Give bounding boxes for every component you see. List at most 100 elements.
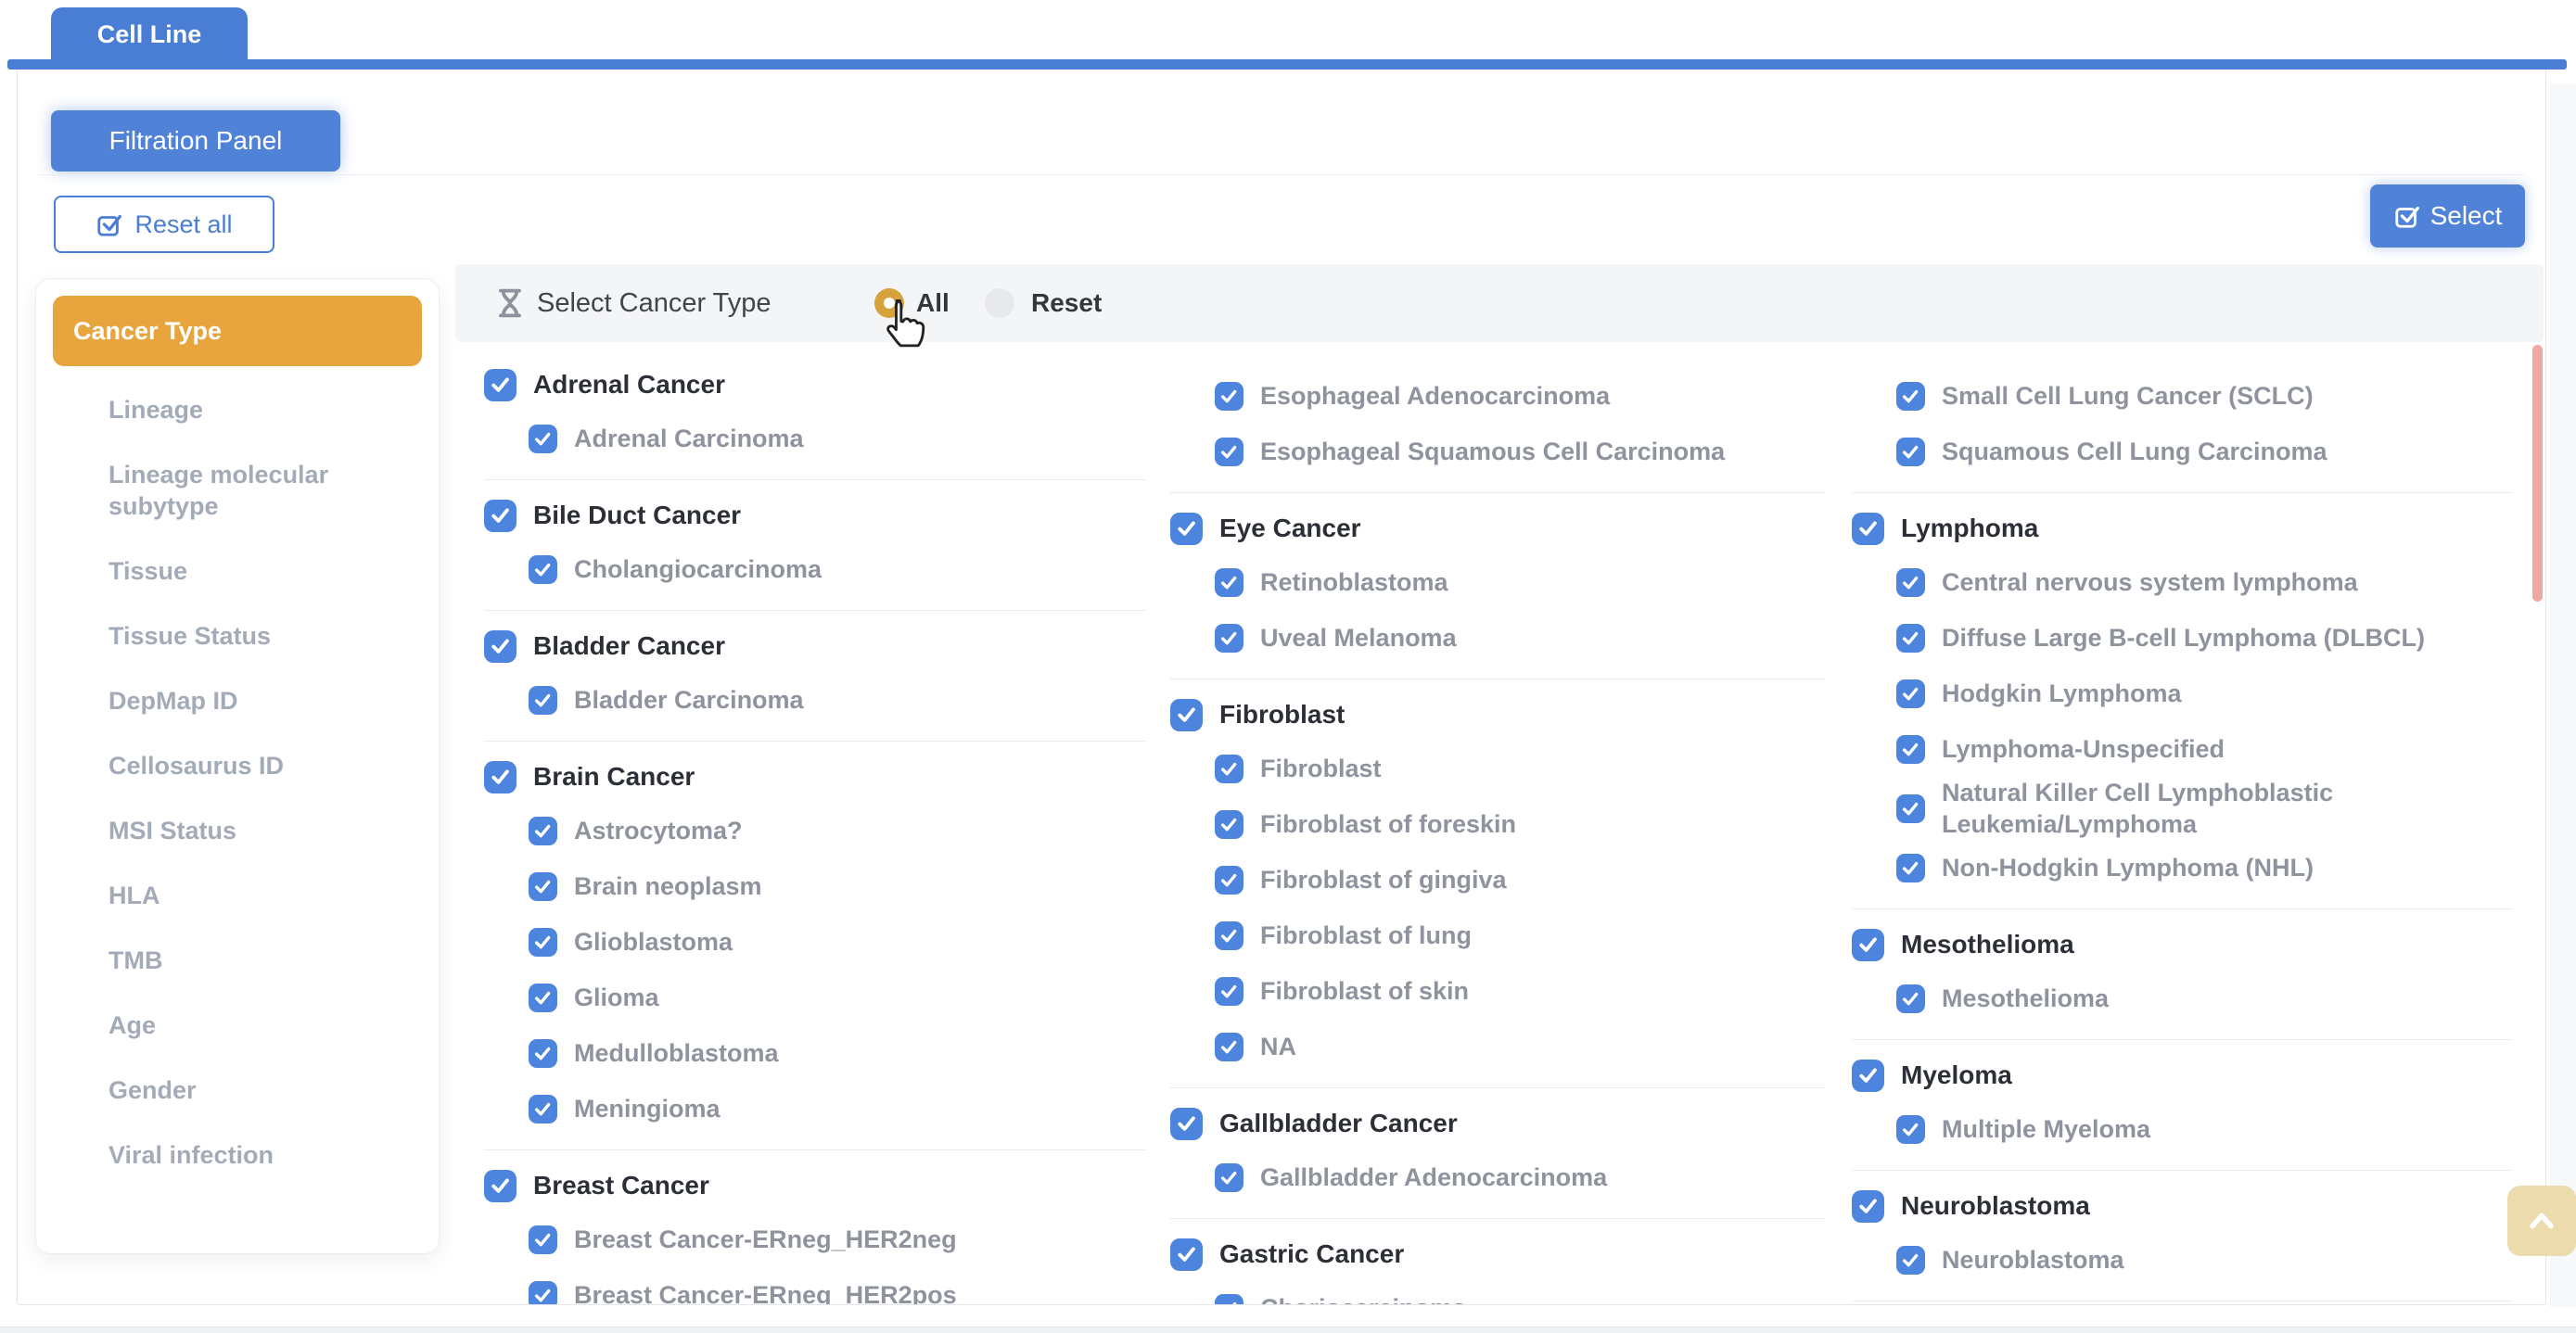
subtype-row[interactable]: NA — [1170, 1019, 1825, 1074]
parent-checkbox-checked[interactable] — [1852, 1060, 1884, 1092]
subtype-row[interactable]: Cholangiocarcinoma — [484, 541, 1146, 597]
child-checkbox-checked[interactable] — [1215, 1033, 1243, 1061]
child-checkbox-checked[interactable] — [529, 555, 557, 584]
subtype-row[interactable]: Uveal Melanoma — [1170, 610, 1825, 666]
group-header-row[interactable]: Adrenal Cancer — [484, 359, 1146, 411]
subtype-row[interactable]: Fibroblast — [1170, 741, 1825, 796]
subtype-row[interactable]: Natural Killer Cell Lymphoblastic Leukem… — [1852, 777, 2512, 840]
group-header-row[interactable]: Brain Cancer — [484, 751, 1146, 803]
subtype-row[interactable]: Esophageal Squamous Cell Carcinoma — [1170, 424, 1825, 479]
child-checkbox-checked[interactable] — [529, 1095, 557, 1124]
group-header-row[interactable]: Fibroblast — [1170, 689, 1825, 741]
sidebar-item-tissue[interactable]: Tissue — [108, 555, 402, 587]
filtration-panel-button[interactable]: Filtration Panel — [51, 110, 340, 171]
parent-checkbox-checked[interactable] — [1170, 513, 1203, 545]
sidebar-item-depmap-id[interactable]: DepMap ID — [108, 685, 402, 717]
child-checkbox-checked[interactable] — [1215, 438, 1243, 466]
sidebar-item-age[interactable]: Age — [108, 1009, 402, 1041]
child-checkbox-checked[interactable] — [1896, 382, 1925, 411]
group-header-row[interactable]: Neuroblastoma — [1852, 1180, 2512, 1232]
sidebar-item-viral-infection[interactable]: Viral infection — [108, 1139, 402, 1171]
child-checkbox-checked[interactable] — [1215, 810, 1243, 839]
group-header-row[interactable]: Gallbladder Cancer — [1170, 1098, 1825, 1149]
reset-all-button[interactable]: Reset all — [54, 196, 274, 253]
subtype-row[interactable]: Choriocarcinoma — [1170, 1280, 1825, 1304]
sidebar-item-gender[interactable]: Gender — [108, 1074, 402, 1106]
group-header-row[interactable]: Eye Cancer — [1170, 502, 1825, 554]
subtype-row[interactable]: Central nervous system lymphoma — [1852, 554, 2512, 610]
child-checkbox-checked[interactable] — [1215, 624, 1243, 653]
child-checkbox-checked[interactable] — [1896, 1246, 1925, 1275]
child-checkbox-checked[interactable] — [529, 984, 557, 1012]
child-checkbox-checked[interactable] — [529, 817, 557, 845]
child-checkbox-checked[interactable] — [1896, 624, 1925, 653]
subtype-row[interactable]: Non-Hodgkin Lymphoma (NHL) — [1852, 840, 2512, 895]
group-header-row[interactable]: Mesothelioma — [1852, 919, 2512, 971]
child-checkbox-checked[interactable] — [529, 686, 557, 715]
radio-all-label[interactable]: All — [916, 264, 950, 342]
subtype-row[interactable]: Meningioma — [484, 1081, 1146, 1136]
subtype-row[interactable]: Lymphoma-Unspecified — [1852, 721, 2512, 777]
subtype-row[interactable]: Hodgkin Lymphoma — [1852, 666, 2512, 721]
parent-checkbox-checked[interactable] — [484, 500, 516, 532]
parent-checkbox-checked[interactable] — [484, 369, 516, 401]
child-checkbox-checked[interactable] — [529, 425, 557, 453]
sidebar-item-hla[interactable]: HLA — [108, 880, 402, 911]
parent-checkbox-checked[interactable] — [1852, 1190, 1884, 1223]
subtype-row[interactable]: Brain neoplasm — [484, 858, 1146, 914]
subtype-row[interactable]: Bladder Carcinoma — [484, 672, 1146, 728]
sidebar-item-cancer-type[interactable]: Cancer Type — [53, 296, 422, 366]
subtype-row[interactable]: Gallbladder Adenocarcinoma — [1170, 1149, 1825, 1205]
subtype-row[interactable]: Breast Cancer-ERneg_HER2pos — [484, 1267, 1146, 1304]
subtype-row[interactable]: Fibroblast of foreskin — [1170, 796, 1825, 852]
child-checkbox-checked[interactable] — [1896, 1115, 1925, 1144]
child-checkbox-checked[interactable] — [529, 872, 557, 901]
radio-all[interactable] — [874, 288, 904, 318]
parent-checkbox-checked[interactable] — [484, 1170, 516, 1202]
back-to-top-button[interactable] — [2507, 1186, 2576, 1256]
parent-checkbox-checked[interactable] — [484, 761, 516, 793]
parent-checkbox-checked[interactable] — [1170, 1238, 1203, 1271]
child-checkbox-checked[interactable] — [1215, 755, 1243, 783]
subtype-row[interactable]: Neuroblastoma — [1852, 1232, 2512, 1288]
parent-checkbox-checked[interactable] — [1170, 1108, 1203, 1140]
sidebar-item-lineage-molecular-subytype[interactable]: Lineage molecular subytype — [108, 459, 402, 522]
subtype-row[interactable]: Mesothelioma — [1852, 971, 2512, 1026]
subtype-row[interactable]: Small Cell Lung Cancer (SCLC) — [1852, 368, 2512, 424]
subtype-row[interactable]: Medulloblastoma — [484, 1025, 1146, 1081]
sidebar-item-cellosaurus-id[interactable]: Cellosaurus ID — [108, 750, 402, 781]
group-header-row[interactable]: Myeloma — [1852, 1049, 2512, 1101]
subtype-row[interactable]: Glioblastoma — [484, 914, 1146, 970]
child-checkbox-checked[interactable] — [1215, 921, 1243, 950]
radio-reset[interactable] — [985, 288, 1014, 318]
group-header-row[interactable]: Gastric Cancer — [1170, 1228, 1825, 1280]
child-checkbox-checked[interactable] — [1215, 977, 1243, 1006]
parent-checkbox-checked[interactable] — [484, 630, 516, 663]
subtype-row[interactable]: Diffuse Large B-cell Lymphoma (DLBCL) — [1852, 610, 2512, 666]
subtype-row[interactable]: Fibroblast of gingiva — [1170, 852, 1825, 908]
child-checkbox-checked[interactable] — [529, 1281, 557, 1305]
subtype-row[interactable]: Esophageal Adenocarcinoma — [1170, 368, 1825, 424]
sidebar-item-lineage[interactable]: Lineage — [108, 394, 402, 425]
child-checkbox-checked[interactable] — [1896, 794, 1925, 823]
child-checkbox-checked[interactable] — [1896, 984, 1925, 1013]
child-checkbox-checked[interactable] — [1215, 1163, 1243, 1192]
child-checkbox-checked[interactable] — [529, 928, 557, 957]
child-checkbox-checked[interactable] — [529, 1225, 557, 1254]
subtype-row[interactable]: Fibroblast of skin — [1170, 963, 1825, 1019]
sidebar-item-tissue-status[interactable]: Tissue Status — [108, 620, 402, 652]
child-checkbox-checked[interactable] — [1896, 679, 1925, 708]
child-checkbox-checked[interactable] — [1896, 854, 1925, 882]
parent-checkbox-checked[interactable] — [1170, 699, 1203, 731]
subtype-row[interactable]: Adrenal Carcinoma — [484, 411, 1146, 466]
child-checkbox-checked[interactable] — [529, 1039, 557, 1068]
group-header-row[interactable]: Breast Cancer — [484, 1160, 1146, 1212]
radio-reset-label[interactable]: Reset — [1031, 264, 1102, 342]
list-scrollbar-thumb[interactable] — [2532, 345, 2543, 602]
tab-cell-line[interactable]: Cell Line — [51, 7, 248, 61]
child-checkbox-checked[interactable] — [1215, 866, 1243, 895]
child-checkbox-checked[interactable] — [1215, 382, 1243, 411]
child-checkbox-checked[interactable] — [1215, 1294, 1243, 1305]
child-checkbox-checked[interactable] — [1215, 568, 1243, 597]
group-header-row[interactable]: Bladder Cancer — [484, 620, 1146, 672]
